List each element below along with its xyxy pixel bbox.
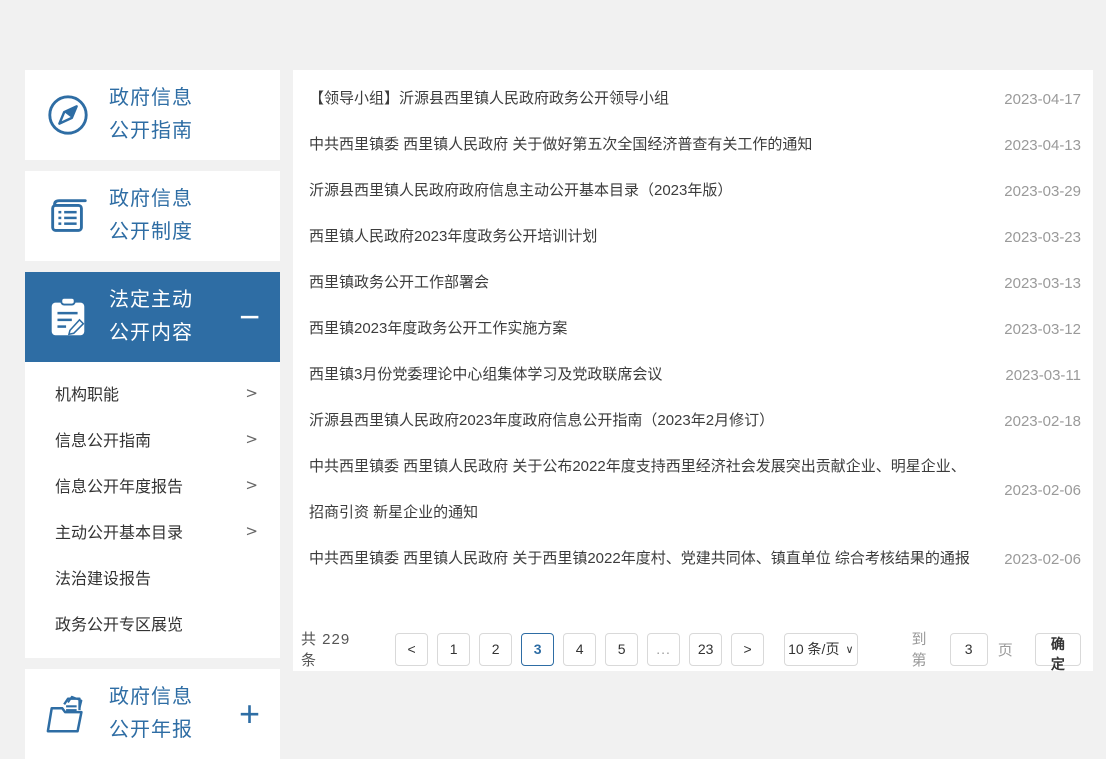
- sidebar-item-gov-info-guide[interactable]: 政府信息 公开指南: [25, 70, 280, 160]
- sidebar-item-legal-disclosure[interactable]: 法定主动 公开内容 −: [25, 272, 280, 362]
- sidebar-group-legal-disclosure: 法定主动 公开内容 − 机构职能 > 信息公开指南 > 信息公开年度报告 >: [25, 272, 280, 658]
- chevron-right-icon: >: [245, 384, 258, 402]
- submenu-item-open-gov-zone[interactable]: 政务公开专区展览: [25, 600, 280, 646]
- submenu-item-agency-functions[interactable]: 机构职能 >: [25, 370, 280, 416]
- jump-prefix-label: 到第: [912, 628, 940, 670]
- page-button-4[interactable]: 4: [563, 633, 596, 666]
- chevron-right-icon: >: [245, 522, 258, 540]
- article-title[interactable]: 西里镇政务公开工作部署会: [309, 260, 989, 306]
- sidebar-item-label: 法定主动 公开内容: [109, 284, 239, 350]
- article-date: 2023-03-12: [989, 321, 1081, 338]
- collapse-icon[interactable]: −: [239, 299, 260, 335]
- list-item[interactable]: 西里镇人民政府2023年度政务公开培训计划 2023-03-23: [309, 214, 1081, 260]
- list-item[interactable]: 西里镇3月份党委理论中心组集体学习及党政联席会议 2023-03-11: [309, 352, 1081, 398]
- article-title[interactable]: 沂源县西里镇人民政府2023年度政府信息公开指南（2023年2月修订）: [309, 398, 989, 444]
- list-item[interactable]: 西里镇2023年度政务公开工作实施方案 2023-03-12: [309, 306, 1081, 352]
- expand-icon[interactable]: +: [239, 696, 260, 732]
- article-title[interactable]: 中共西里镇委 西里镇人民政府 关于西里镇2022年度村、党建共同体、镇直单位 综…: [309, 536, 989, 582]
- submenu-item-disclosure-guide[interactable]: 信息公开指南 >: [25, 416, 280, 462]
- list-item[interactable]: 沂源县西里镇人民政府2023年度政府信息公开指南（2023年2月修订） 2023…: [309, 398, 1081, 444]
- sidebar: 政府信息 公开指南 政府信息 公开制度: [25, 70, 280, 759]
- total-count: 共 229 条: [301, 628, 367, 670]
- list-item[interactable]: 中共西里镇委 西里镇人民政府 关于公布2022年度支持西里经济社会发展突出贡献企…: [309, 444, 1081, 536]
- article-title[interactable]: 沂源县西里镇人民政府政府信息主动公开基本目录（2023年版）: [309, 168, 989, 214]
- page-ellipsis-button[interactable]: ...: [647, 633, 680, 666]
- list-item[interactable]: 沂源县西里镇人民政府政府信息主动公开基本目录（2023年版） 2023-03-2…: [309, 168, 1081, 214]
- chevron-right-icon: >: [245, 430, 258, 448]
- submenu-item-annual-report[interactable]: 信息公开年度报告 >: [25, 462, 280, 508]
- sidebar-item-annual-gov-report[interactable]: 政府信息 公开年报 +: [25, 669, 280, 759]
- page-button-5[interactable]: 5: [605, 633, 638, 666]
- next-page-button[interactable]: >: [731, 633, 764, 666]
- article-date: 2023-03-13: [989, 275, 1081, 292]
- pagination: 共 229 条 < 1 2 3 4 5 ... 23 > 10 条/页 ∨ 到第…: [301, 632, 1081, 666]
- sidebar-item-label: 政府信息 公开制度: [109, 183, 266, 249]
- book-icon: [45, 193, 91, 239]
- article-title[interactable]: 【领导小组】沂源县西里镇人民政府政务公开领导小组: [309, 76, 989, 122]
- article-date: 2023-03-29: [989, 183, 1081, 200]
- confirm-button[interactable]: 确定: [1035, 633, 1081, 666]
- page-button-23[interactable]: 23: [689, 633, 722, 666]
- list-item[interactable]: 西里镇政务公开工作部署会 2023-03-13: [309, 260, 1081, 306]
- submenu-item-law-construction-report[interactable]: 法治建设报告: [25, 554, 280, 600]
- chevron-down-icon: ∨: [845, 643, 853, 656]
- page-size-select[interactable]: 10 条/页 ∨: [784, 633, 857, 666]
- clipboard-pencil-icon: [45, 294, 91, 340]
- sidebar-submenu: 机构职能 > 信息公开指南 > 信息公开年度报告 > 主动公开基本目录 > 法治…: [25, 362, 280, 652]
- folder-icon: [45, 691, 91, 737]
- list-item[interactable]: 【领导小组】沂源县西里镇人民政府政务公开领导小组 2023-04-17: [309, 76, 1081, 122]
- page-button-3-active[interactable]: 3: [521, 633, 554, 666]
- sidebar-item-label: 政府信息 公开指南: [109, 82, 266, 148]
- list-item[interactable]: 中共西里镇委 西里镇人民政府 关于做好第五次全国经济普查有关工作的通知 2023…: [309, 122, 1081, 168]
- article-title[interactable]: 西里镇3月份党委理论中心组集体学习及党政联席会议: [309, 352, 989, 398]
- article-date: 2023-02-06: [989, 551, 1081, 568]
- sidebar-item-label: 政府信息 公开年报: [109, 681, 239, 747]
- page: 政府信息 公开指南 政府信息 公开制度: [0, 0, 1106, 671]
- article-title[interactable]: 西里镇2023年度政务公开工作实施方案: [309, 306, 989, 352]
- compass-icon: [45, 92, 91, 138]
- article-date: 2023-02-06: [989, 482, 1081, 499]
- page-button-1[interactable]: 1: [437, 633, 470, 666]
- chevron-right-icon: >: [245, 476, 258, 494]
- article-date: 2023-04-13: [989, 137, 1081, 154]
- submenu-item-basic-catalog[interactable]: 主动公开基本目录 >: [25, 508, 280, 554]
- article-date: 2023-02-18: [989, 413, 1081, 430]
- list-item[interactable]: 中共西里镇委 西里镇人民政府 关于西里镇2022年度村、党建共同体、镇直单位 综…: [309, 536, 1081, 582]
- jump-page-input[interactable]: [950, 633, 988, 666]
- page-button-2[interactable]: 2: [479, 633, 512, 666]
- jump-suffix-label: 页: [998, 639, 1013, 660]
- article-date: 2023-04-17: [989, 91, 1081, 108]
- article-title[interactable]: 中共西里镇委 西里镇人民政府 关于做好第五次全国经济普查有关工作的通知: [309, 122, 989, 168]
- article-date: 2023-03-11: [989, 367, 1081, 384]
- article-title[interactable]: 西里镇人民政府2023年度政务公开培训计划: [309, 214, 989, 260]
- article-date: 2023-03-23: [989, 229, 1081, 246]
- prev-page-button[interactable]: <: [395, 633, 428, 666]
- sidebar-item-gov-info-system[interactable]: 政府信息 公开制度: [25, 171, 280, 261]
- article-list-panel: 【领导小组】沂源县西里镇人民政府政务公开领导小组 2023-04-17 中共西里…: [293, 70, 1093, 671]
- article-title[interactable]: 中共西里镇委 西里镇人民政府 关于公布2022年度支持西里经济社会发展突出贡献企…: [309, 444, 989, 536]
